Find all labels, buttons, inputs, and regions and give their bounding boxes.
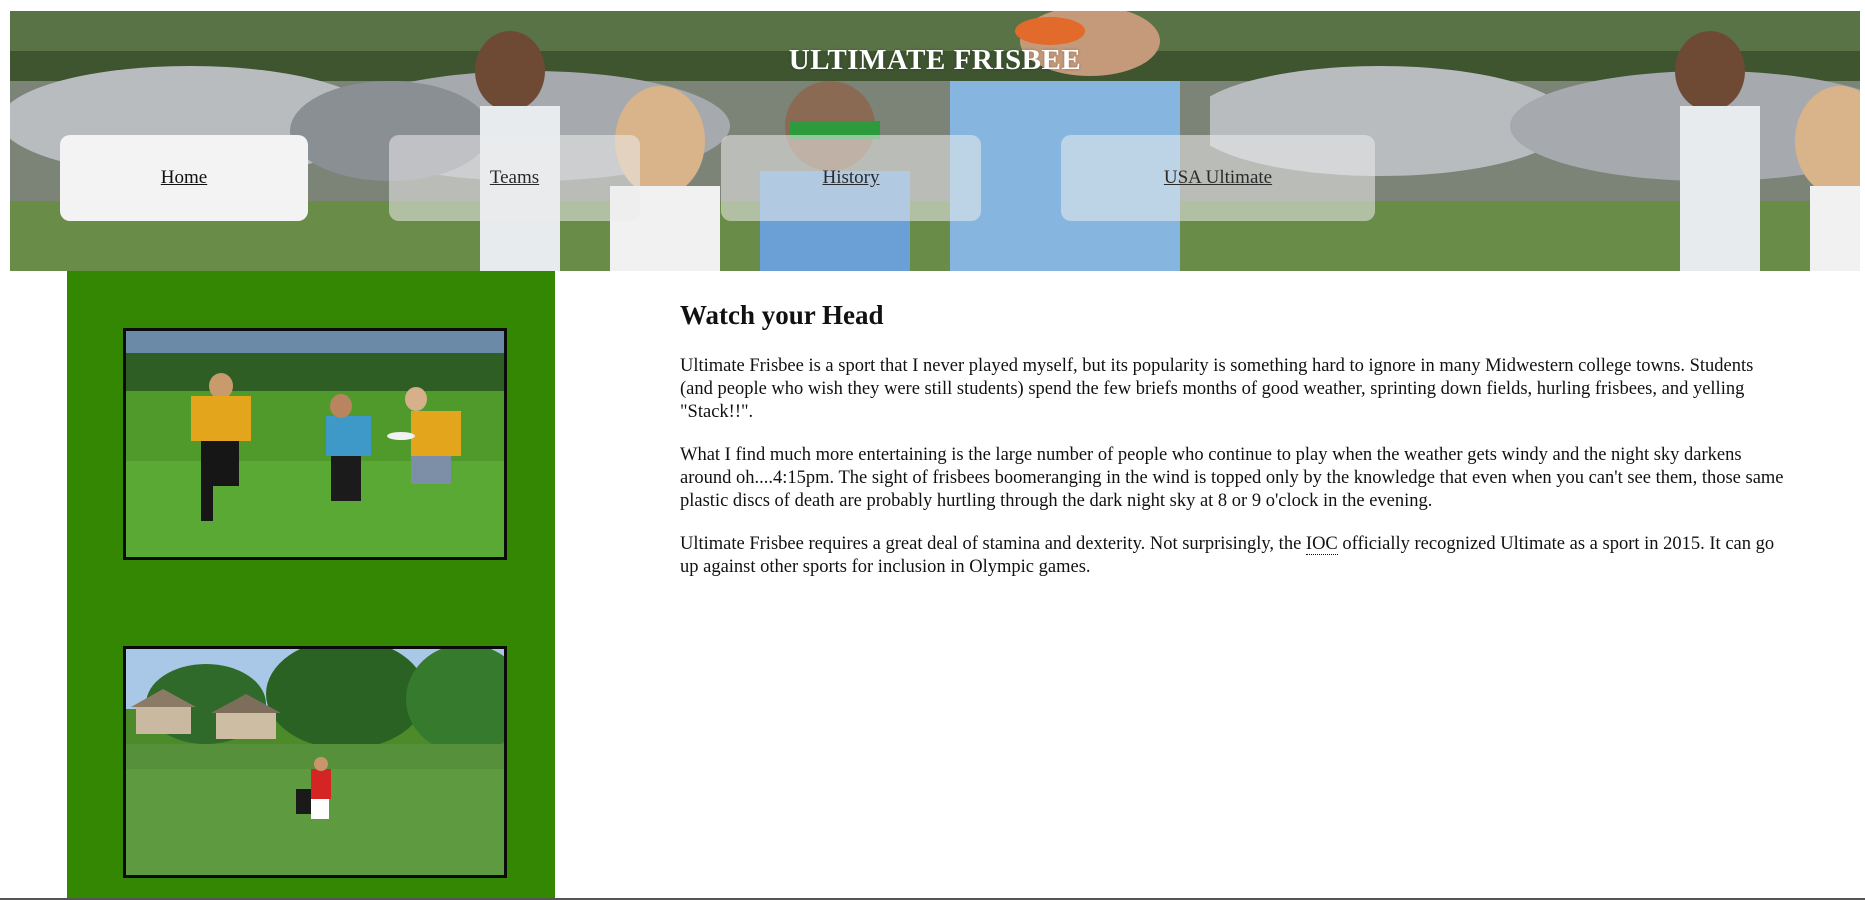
sidebar	[67, 271, 555, 900]
site-header: ULTIMATE FRISBEE Home Teams History USA …	[10, 11, 1860, 271]
ioc-abbreviation: IOC	[1305, 534, 1338, 555]
nav-history[interactable]: History	[721, 135, 981, 221]
site-title: ULTIMATE FRISBEE	[788, 44, 1082, 76]
paragraph-olympics-text-1: Ultimate Frisbee requires a great deal o…	[680, 534, 1306, 554]
ultimate-game-photo	[123, 328, 507, 560]
nav-usa-ultimate[interactable]: USA Ultimate	[1061, 135, 1375, 221]
paragraph-olympics: Ultimate Frisbee requires a great deal o…	[680, 533, 1790, 579]
main-content: Watch your Head Ultimate Frisbee is a sp…	[680, 300, 1790, 599]
page: ULTIMATE FRISBEE Home Teams History USA …	[0, 0, 1865, 900]
paragraph-weather: What I find much more entertaining is th…	[680, 445, 1784, 511]
nav-teams[interactable]: Teams	[389, 135, 640, 221]
page-heading: Watch your Head	[680, 300, 884, 330]
paragraph-intro: Ultimate Frisbee is a sport that I never…	[680, 356, 1754, 422]
frisbee-field-photo	[123, 646, 507, 878]
nav-home[interactable]: Home	[60, 135, 308, 221]
